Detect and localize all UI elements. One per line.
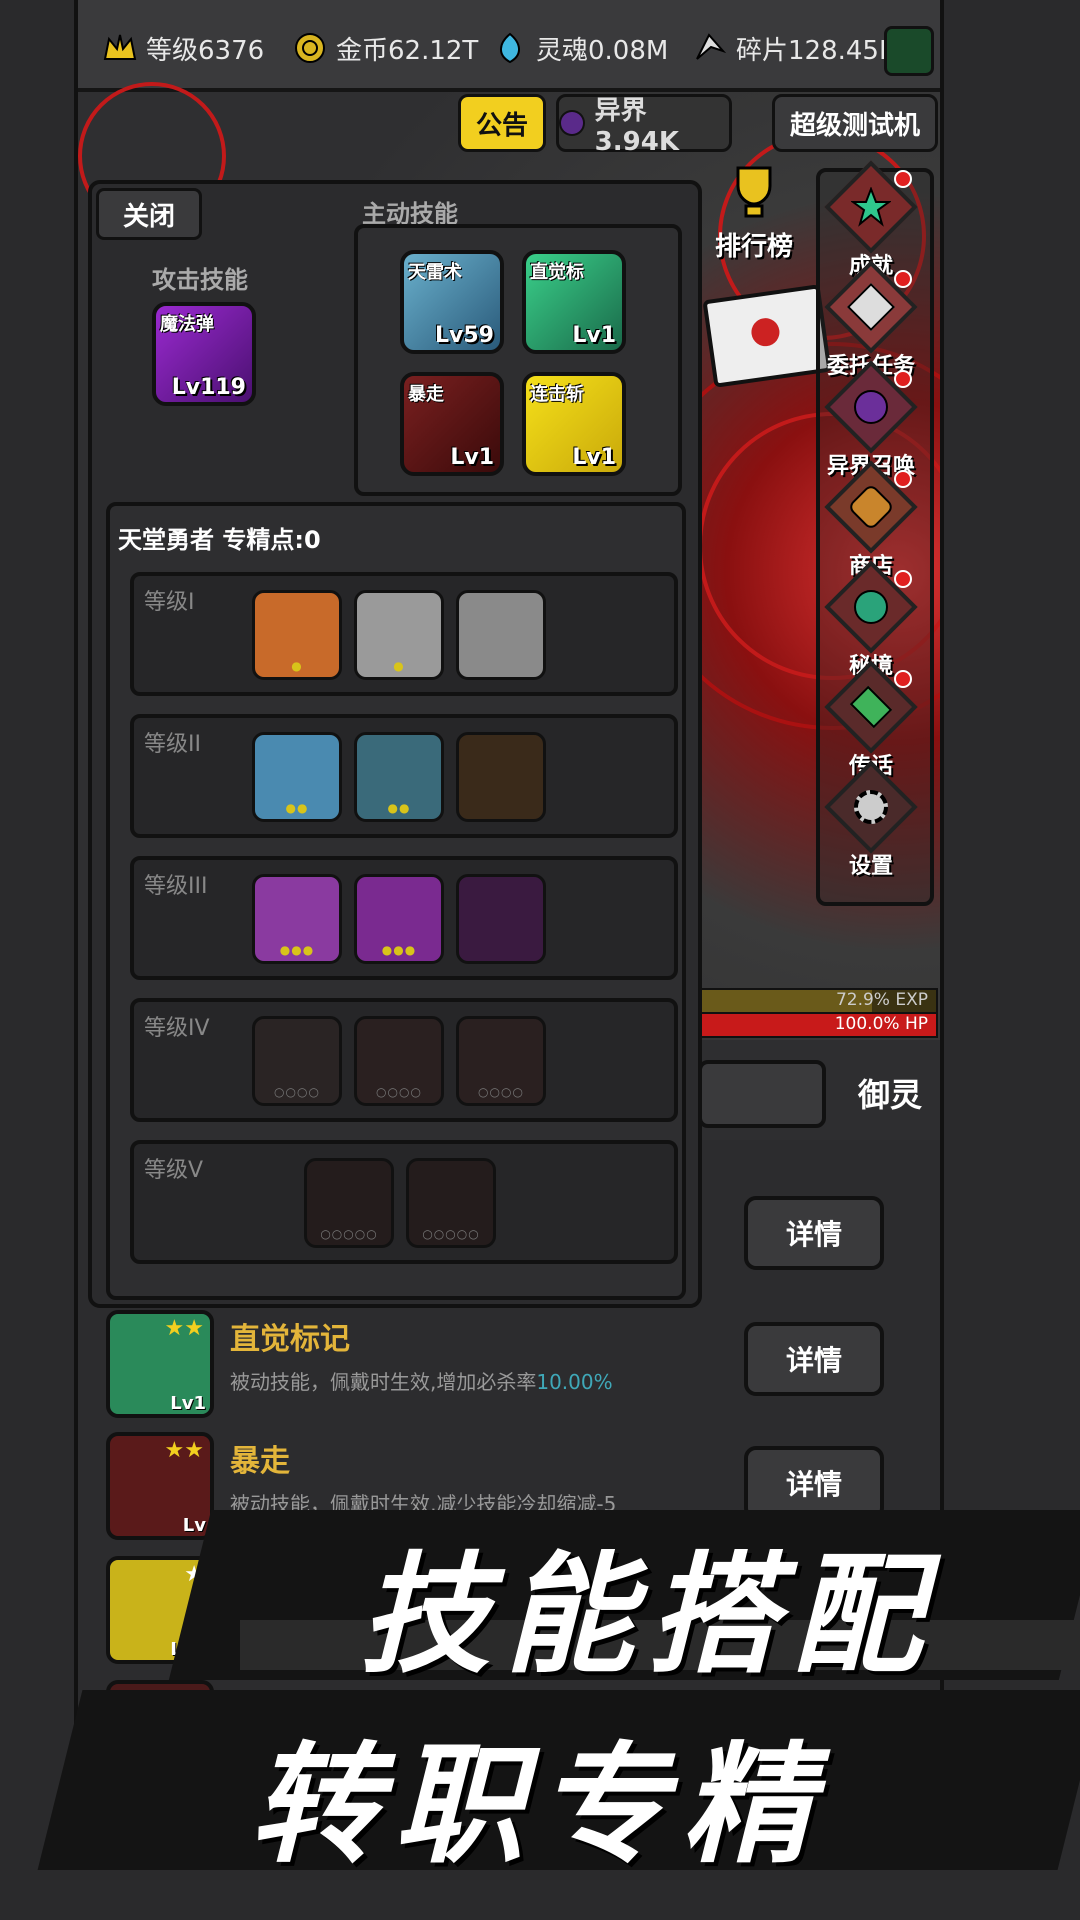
scroll-icon <box>846 282 896 332</box>
star-icon: ★★ <box>164 1316 204 1341</box>
banner-title-1: 技能搭配 <box>360 1539 937 1691</box>
notice-button[interactable]: 公告 <box>458 94 546 152</box>
menu-toggle-button[interactable] <box>884 26 934 76</box>
close-button[interactable]: 关闭 <box>96 188 202 240</box>
megaphone-icon <box>849 685 893 729</box>
list-item: ★★ Lv1 直觉标记 被动技能，佩戴时生效,增加必杀率10.00% 详情 <box>106 1310 926 1430</box>
specialization-box: 天堂勇者 专精点:0 等级I ● ● 等级II ●● ●● 等级III ●●● … <box>106 502 686 1300</box>
crown-icon <box>102 30 138 66</box>
detail-button[interactable]: 详情 <box>744 1446 884 1520</box>
talent-icon[interactable]: ●● <box>354 732 444 822</box>
active-skill-box: 天雷术 Lv59 直觉标 Lv1 暴走 Lv1 连击斩 Lv1 <box>354 224 682 496</box>
otherworld-button[interactable]: 异界3.94K <box>556 94 732 157</box>
talent-icon[interactable]: ○○○○○ <box>406 1158 496 1248</box>
skill-name: 直觉标记 <box>230 1322 350 1357</box>
talent-icon[interactable] <box>456 732 546 822</box>
talent-icon[interactable]: ● <box>354 590 444 680</box>
side-menu: 成就 委托任务 异界召唤 商店 秘境 传话 设置 <box>816 160 934 906</box>
active-skill-slot[interactable]: 连击斩 Lv1 <box>522 372 626 476</box>
talent-icon[interactable]: ●●● <box>354 874 444 964</box>
talent-icon[interactable] <box>456 590 546 680</box>
attack-skill-title: 攻击技能 <box>152 266 248 294</box>
soul-display: 灵魂0.08M <box>492 28 668 68</box>
menu-secret[interactable]: 秘境 <box>816 560 926 679</box>
portal-icon <box>559 110 585 136</box>
detail-button[interactable]: 详情 <box>744 1196 884 1270</box>
level-display: 等级6376 <box>102 28 264 68</box>
talent-icon[interactable]: ○○○○ <box>354 1016 444 1106</box>
exp-bar: 72.9% EXP <box>698 988 938 1014</box>
star-icon <box>851 187 891 227</box>
active-skill-slot[interactable]: 天雷术 Lv59 <box>400 250 504 354</box>
skill-name: 暴走 <box>230 1444 290 1479</box>
tier-row: 等级IV ○○○○ ○○○○ ○○○○ <box>130 998 678 1122</box>
menu-summon[interactable]: 异界召唤 <box>816 360 926 479</box>
talent-icon[interactable]: ○○○○ <box>456 1016 546 1106</box>
menu-message[interactable]: 传话 <box>816 660 926 779</box>
tier-row: 等级V ○○○○○ ○○○○○ <box>130 1140 678 1264</box>
talent-icon[interactable]: ●● <box>252 732 342 822</box>
tab-skills[interactable] <box>698 1060 826 1128</box>
class-title: 天堂勇者 专精点:0 <box>118 526 321 554</box>
bag-icon <box>846 482 896 532</box>
hp-bar: 100.0% HP <box>698 1012 938 1038</box>
mail-icon[interactable] <box>702 284 832 388</box>
coin-icon <box>292 30 328 66</box>
gold-display: 金币62.12T <box>292 28 478 68</box>
menu-achievement[interactable]: 成就 <box>816 160 926 279</box>
trophy-icon <box>736 166 772 218</box>
tab-yuling[interactable]: 御灵 <box>858 1070 922 1116</box>
tier-row: 等级III ●●● ●●● <box>130 856 678 980</box>
skill-icon: ★★ Lv <box>106 1432 214 1540</box>
menu-commission[interactable]: 委托任务 <box>816 260 926 379</box>
talent-icon[interactable]: ● <box>252 590 342 680</box>
detail-button[interactable]: 详情 <box>744 1322 884 1396</box>
talent-icon[interactable] <box>456 874 546 964</box>
active-skill-slot[interactable]: 暴走 Lv1 <box>400 372 504 476</box>
star-icon: ★★ <box>164 1438 204 1463</box>
talent-icon[interactable]: ○○○○ <box>252 1016 342 1106</box>
banner-title-2: 转职专精 <box>250 1729 827 1881</box>
skill-panel: 关闭 攻击技能 主动技能 魔法弹 Lv119 天雷术 Lv59 直觉标 Lv1 … <box>88 180 702 1308</box>
shard-icon <box>692 30 728 66</box>
vortex-icon <box>846 582 896 632</box>
ranking-button[interactable]: 排行榜 <box>694 162 814 292</box>
menu-shop[interactable]: 商店 <box>816 460 926 579</box>
talent-icon[interactable]: ●●● <box>252 874 342 964</box>
gear-icon <box>846 782 896 832</box>
shard-display: 碎片128.45M <box>692 28 901 68</box>
soul-icon <box>492 30 528 66</box>
active-skill-slot[interactable]: 直觉标 Lv1 <box>522 250 626 354</box>
talent-icon[interactable]: ○○○○○ <box>304 1158 394 1248</box>
resource-bar: 等级6376 金币62.12T 灵魂0.08M 碎片128.45M <box>78 0 940 92</box>
tier-row: 等级I ● ● <box>130 572 678 696</box>
menu-settings[interactable]: 设置 <box>816 760 926 879</box>
attack-skill-slot[interactable]: 魔法弹 Lv119 <box>152 302 256 406</box>
eye-icon <box>846 382 896 432</box>
skill-desc: 被动技能，佩戴时生效,增加必杀率10.00% <box>230 1370 613 1394</box>
tier-row: 等级II ●● ●● <box>130 714 678 838</box>
super-test-button[interactable]: 超级测试机 <box>772 94 938 152</box>
skill-icon: ★★ Lv1 <box>106 1310 214 1418</box>
